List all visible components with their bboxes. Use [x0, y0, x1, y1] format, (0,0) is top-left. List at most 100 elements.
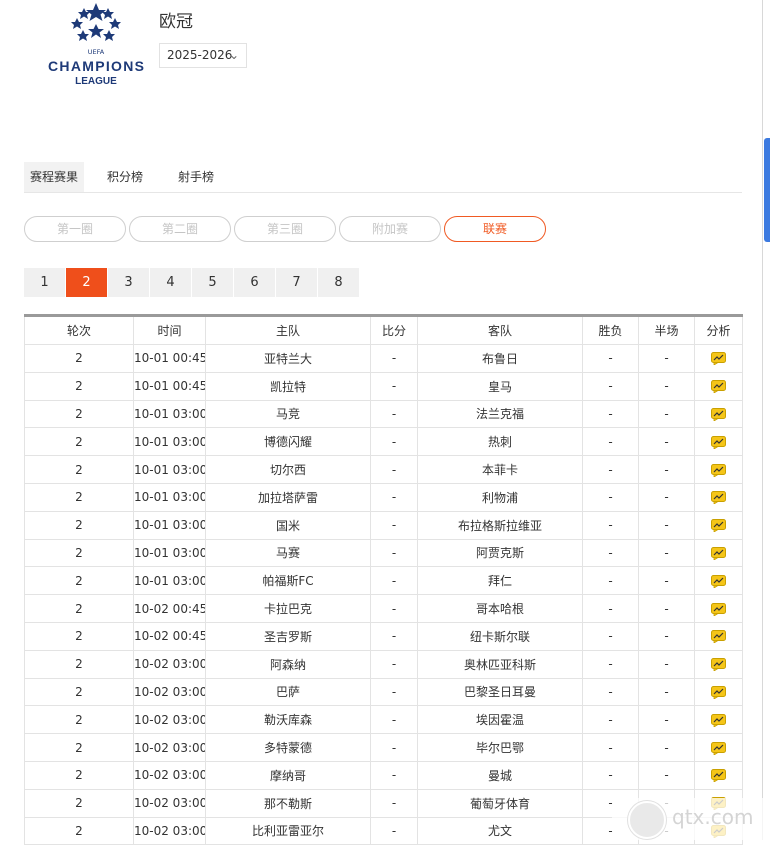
- cell-away-team[interactable]: 布拉格斯拉维亚: [417, 510, 583, 540]
- table-row: 2 10-01 00:45 凯拉特 - 皇马 - -: [24, 371, 743, 401]
- round-pill-third[interactable]: 第三圈: [234, 216, 336, 242]
- cell-home-team[interactable]: 勒沃库森: [205, 705, 371, 735]
- round-pill-playoff[interactable]: 附加赛: [339, 216, 441, 242]
- cell-round: 2: [24, 705, 134, 735]
- analysis-chart-icon[interactable]: [711, 630, 726, 644]
- analysis-chart-icon[interactable]: [711, 769, 726, 783]
- cell-home-team[interactable]: 多特蒙德: [205, 733, 371, 762]
- cell-home-team[interactable]: 博德闪耀: [205, 427, 371, 457]
- cell-away-team[interactable]: 葡萄牙体育: [417, 788, 583, 818]
- analysis-chart-icon[interactable]: [711, 435, 726, 449]
- cell-home-team[interactable]: 摩纳哥: [205, 760, 371, 790]
- cell-halftime: -: [638, 621, 695, 651]
- cell-home-team[interactable]: 国米: [205, 510, 371, 540]
- column-header-home: 主队: [205, 315, 371, 345]
- page-button-5[interactable]: 5: [192, 268, 233, 297]
- analysis-chart-icon[interactable]: [711, 519, 726, 533]
- cell-away-team[interactable]: 埃因霍温: [417, 705, 583, 735]
- analysis-chart-icon[interactable]: [711, 380, 726, 394]
- round-pill-second[interactable]: 第二圈: [129, 216, 231, 242]
- column-header-away: 客队: [417, 315, 583, 345]
- cell-home-team[interactable]: 亚特兰大: [205, 344, 371, 373]
- side-panel-tab[interactable]: [764, 138, 770, 242]
- cell-away-team[interactable]: 本菲卡: [417, 455, 583, 484]
- cell-score: -: [370, 733, 418, 762]
- analysis-chart-icon[interactable]: [711, 491, 726, 505]
- cell-score: -: [370, 705, 418, 735]
- cell-home-team[interactable]: 比利亚雷亚尔: [205, 816, 371, 845]
- column-header-result: 胜负: [582, 315, 639, 345]
- cell-result: -: [582, 621, 639, 651]
- analysis-chart-icon[interactable]: [711, 352, 726, 366]
- page-button-7[interactable]: 7: [276, 268, 317, 297]
- analysis-chart-icon[interactable]: [711, 463, 726, 477]
- tab-standings[interactable]: 积分榜: [107, 162, 143, 192]
- cell-away-team[interactable]: 热刺: [417, 427, 583, 457]
- cell-score: -: [370, 594, 418, 623]
- cell-home-team[interactable]: 切尔西: [205, 455, 371, 484]
- round-pill-first[interactable]: 第一圈: [24, 216, 126, 242]
- cell-home-team[interactable]: 那不勒斯: [205, 788, 371, 818]
- cell-away-team[interactable]: 巴黎圣日耳曼: [417, 677, 583, 707]
- analysis-chart-icon[interactable]: [711, 713, 726, 727]
- cell-analysis: [694, 510, 743, 540]
- cell-home-team[interactable]: 巴萨: [205, 677, 371, 707]
- cell-analysis: [694, 566, 743, 596]
- cell-home-team[interactable]: 阿森纳: [205, 649, 371, 679]
- analysis-chart-icon[interactable]: [711, 574, 726, 588]
- tab-top-scorers[interactable]: 射手榜: [178, 162, 214, 192]
- cell-away-team[interactable]: 皇马: [417, 371, 583, 401]
- cell-away-team[interactable]: 尤文: [417, 816, 583, 845]
- cell-score: -: [370, 455, 418, 484]
- page-button-8[interactable]: 8: [318, 268, 359, 297]
- cell-analysis: [694, 733, 743, 762]
- analysis-chart-icon[interactable]: [711, 546, 726, 560]
- table-header-row: 轮次 时间 主队 比分 客队 胜负 半场 分析: [24, 315, 743, 345]
- column-header-score: 比分: [370, 315, 418, 345]
- cell-home-team[interactable]: 卡拉巴克: [205, 594, 371, 623]
- cell-home-team[interactable]: 马赛: [205, 538, 371, 568]
- cell-home-team[interactable]: 凯拉特: [205, 371, 371, 401]
- cell-away-team[interactable]: 法兰克福: [417, 399, 583, 429]
- cell-home-team[interactable]: 马竞: [205, 399, 371, 429]
- cell-away-team[interactable]: 利物浦: [417, 482, 583, 512]
- page-button-1[interactable]: 1: [24, 268, 65, 297]
- cell-time: 10-01 00:45: [133, 371, 206, 401]
- table-row: 2 10-02 03:00 巴萨 - 巴黎圣日耳曼 - -: [24, 677, 743, 707]
- cell-round: 2: [24, 788, 134, 818]
- cell-result: -: [582, 760, 639, 790]
- cell-away-team[interactable]: 毕尔巴鄂: [417, 733, 583, 762]
- cell-time: 10-02 03:00: [133, 788, 206, 818]
- cell-away-team[interactable]: 阿贾克斯: [417, 538, 583, 568]
- season-select[interactable]: 2025-2026 ⌄: [159, 43, 247, 68]
- analysis-chart-icon[interactable]: [711, 658, 726, 672]
- cell-result: -: [582, 482, 639, 512]
- analysis-chart-icon[interactable]: [711, 407, 726, 421]
- cell-away-team[interactable]: 纽卡斯尔联: [417, 621, 583, 651]
- cell-halftime: -: [638, 733, 695, 762]
- page-button-3[interactable]: 3: [108, 268, 149, 297]
- analysis-chart-icon[interactable]: [711, 602, 726, 616]
- cell-halftime: -: [638, 677, 695, 707]
- table-row: 2 10-01 03:00 加拉塔萨雷 - 利物浦 - -: [24, 482, 743, 512]
- cell-away-team[interactable]: 拜仁: [417, 566, 583, 596]
- cell-home-team[interactable]: 帕福斯FC: [205, 566, 371, 596]
- cell-away-team[interactable]: 奥林匹亚科斯: [417, 649, 583, 679]
- page-button-4[interactable]: 4: [150, 268, 191, 297]
- cell-away-team[interactable]: 曼城: [417, 760, 583, 790]
- cell-home-team[interactable]: 加拉塔萨雷: [205, 482, 371, 512]
- analysis-chart-icon[interactable]: [711, 685, 726, 699]
- cell-home-team[interactable]: 圣吉罗斯: [205, 621, 371, 651]
- cell-away-team[interactable]: 哥本哈根: [417, 594, 583, 623]
- cell-result: -: [582, 594, 639, 623]
- page-button-2[interactable]: 2: [66, 268, 107, 297]
- round-pill-league[interactable]: 联赛: [444, 216, 546, 242]
- page-button-6[interactable]: 6: [234, 268, 275, 297]
- cell-time: 10-01 03:00: [133, 538, 206, 568]
- table-row: 2 10-01 03:00 国米 - 布拉格斯拉维亚 - -: [24, 510, 743, 540]
- cell-away-team[interactable]: 布鲁日: [417, 344, 583, 373]
- tab-fixtures-results[interactable]: 赛程赛果: [24, 162, 85, 192]
- analysis-chart-icon[interactable]: [711, 741, 726, 755]
- page-frame: UEFA CHAMPIONS LEAGUE 欧冠 2025-2026 ⌄ 赛程赛…: [0, 0, 770, 845]
- cell-analysis: [694, 482, 743, 512]
